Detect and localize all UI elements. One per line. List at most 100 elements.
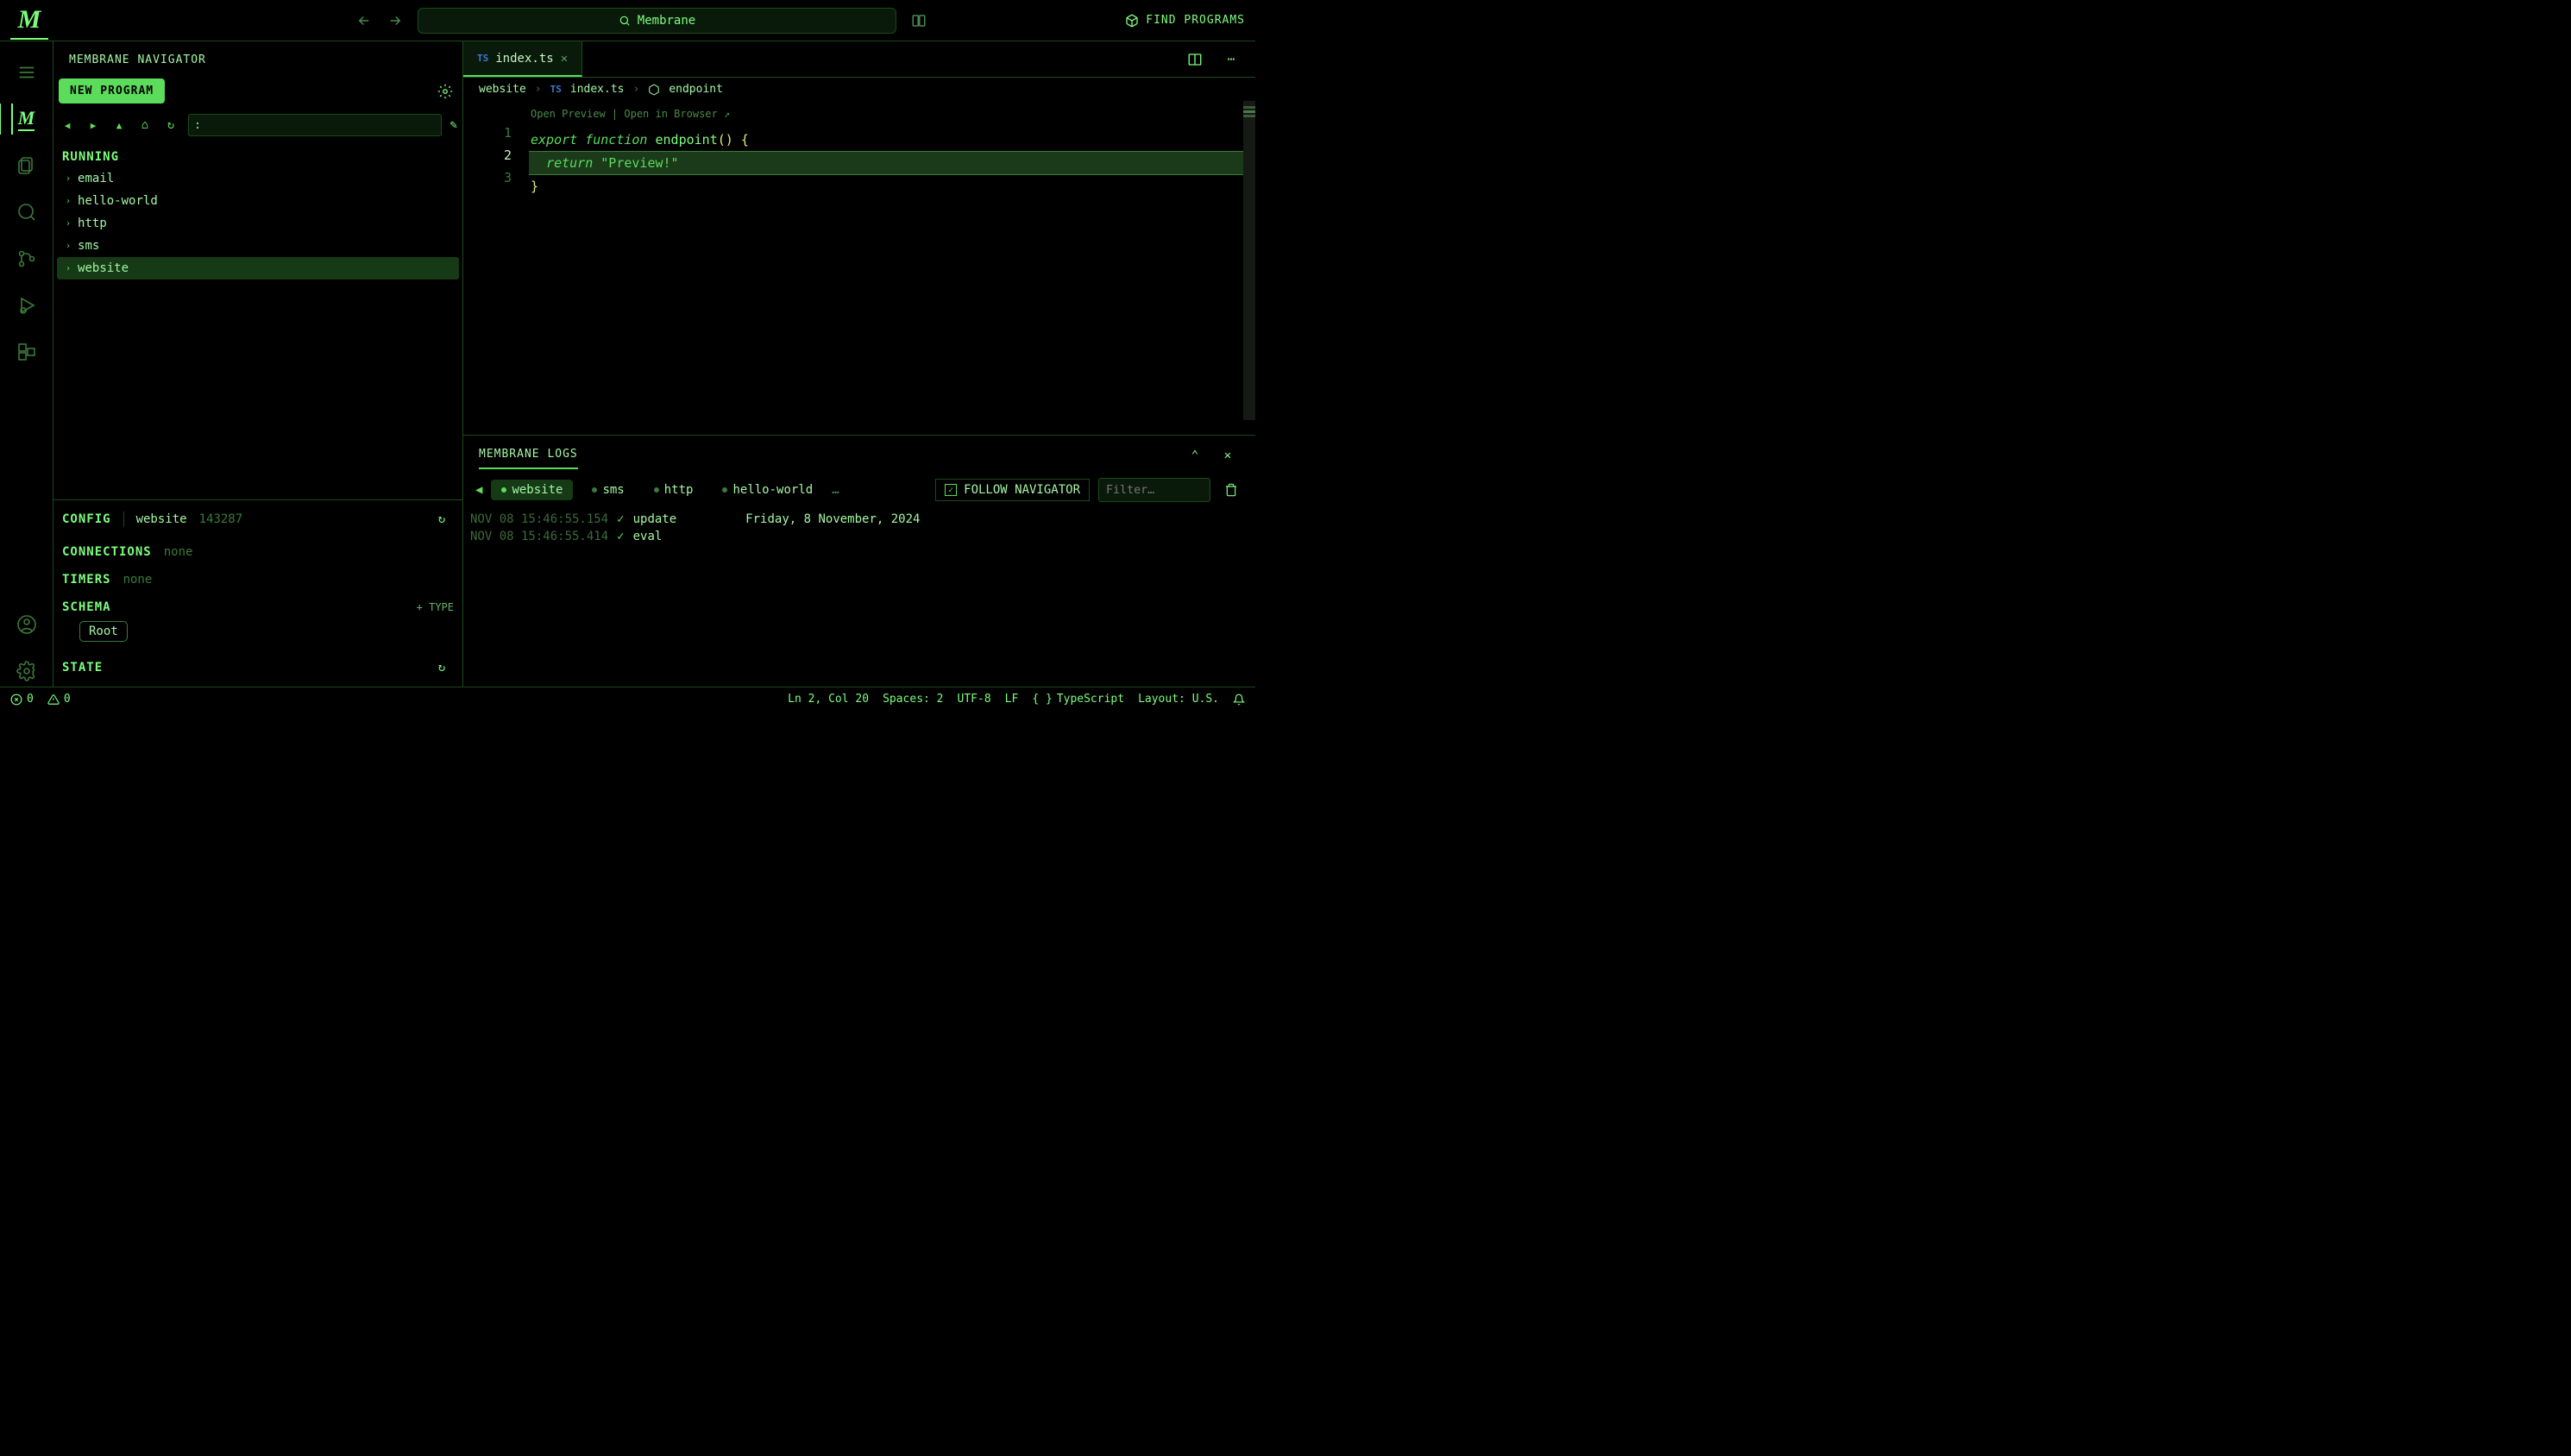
navigator-panel: MEMBRANE NAVIGATOR NEW PROGRAM ◀ ▶ ▲ ⌂ ↻…: [53, 41, 463, 687]
nav-forward-icon[interactable]: ▶: [85, 120, 102, 131]
menu-icon[interactable]: [11, 57, 42, 88]
chevron-right-icon: ›: [66, 242, 71, 251]
check-icon: ✓: [617, 530, 624, 543]
close-icon[interactable]: ✕: [561, 52, 568, 66]
forward-icon[interactable]: [383, 9, 407, 33]
status-language[interactable]: { } TypeScript: [1032, 693, 1124, 706]
panel-tab-logs[interactable]: MEMBRANE LOGS: [479, 441, 578, 469]
breadcrumb-segment[interactable]: endpoint: [669, 83, 723, 96]
tab-label: index.ts: [495, 52, 553, 66]
trash-icon[interactable]: [1219, 478, 1243, 502]
more-icon[interactable]: ⋯: [1219, 47, 1243, 72]
chevron-right-icon: ›: [66, 219, 71, 229]
refresh-icon[interactable]: ↻: [162, 118, 179, 132]
activity-debug[interactable]: [11, 290, 42, 321]
activity-explorer[interactable]: [11, 150, 42, 181]
program-item-http[interactable]: › http: [57, 212, 459, 235]
app-logo: M: [10, 2, 48, 40]
braces-icon: { }: [1032, 693, 1052, 706]
checkbox-icon: ✓: [945, 484, 957, 496]
activity-settings[interactable]: [11, 656, 42, 687]
codelens[interactable]: Open Preview | Open in Browser ↗: [531, 103, 1255, 125]
tab-index-ts[interactable]: TS index.ts ✕: [463, 41, 582, 77]
program-item-sms[interactable]: ›sms: [57, 235, 459, 257]
running-label: RUNNING: [53, 143, 462, 167]
line-number: 1: [463, 122, 512, 144]
tree-item-label: website: [78, 261, 129, 275]
logs-panel: MEMBRANE LOGS ⌃ ✕ ◀ website sms http hel…: [463, 435, 1255, 687]
program-item-website[interactable]: ›website: [57, 257, 459, 279]
minimap-scrollbar[interactable]: [1243, 101, 1255, 420]
typescript-icon: TS: [477, 53, 488, 64]
tree-item-label: http: [78, 217, 107, 230]
program-item-email[interactable]: ›email: [57, 167, 459, 190]
nav-arrows: [352, 9, 407, 33]
log-chip-hello-world[interactable]: hello-world: [712, 480, 823, 500]
chip-label: hello-world: [732, 483, 813, 497]
config-panel: CONFIG website 143287 ↻ CONNECTIONS none…: [53, 499, 462, 687]
home-icon[interactable]: ⌂: [136, 118, 154, 132]
refresh-icon[interactable]: ↻: [430, 507, 454, 531]
chevron-right-icon: ›: [66, 197, 71, 206]
add-type-button[interactable]: + TYPE: [417, 601, 454, 613]
timers-label: TIMERS: [62, 573, 111, 587]
editor-column: TS index.ts ✕ ⋯ website › TS index.ts › …: [463, 41, 1255, 687]
schema-root-chip[interactable]: Root: [79, 621, 128, 642]
breadcrumb-segment[interactable]: website: [479, 83, 526, 96]
chevron-right-icon: ›: [535, 83, 542, 96]
program-item-hello-world[interactable]: ›hello-world: [57, 190, 459, 212]
log-filter-input[interactable]: [1098, 478, 1210, 502]
status-bar: 0 0 Ln 2, Col 20 Spaces: 2 UTF-8 LF { } …: [0, 687, 1255, 711]
activity-source-control[interactable]: [11, 243, 42, 274]
chevron-right-icon: ›: [633, 83, 640, 96]
gear-icon[interactable]: [433, 79, 457, 104]
nav-up-icon[interactable]: ▲: [110, 120, 128, 131]
editor-tabs: TS index.ts ✕ ⋯: [463, 41, 1255, 78]
status-encoding[interactable]: UTF-8: [958, 693, 991, 706]
line-gutter: 1 2 3: [463, 101, 531, 435]
status-eol[interactable]: LF: [1005, 693, 1019, 706]
navigator-toolbar: ◀ ▶ ▲ ⌂ ↻ ✎: [53, 112, 462, 143]
status-errors[interactable]: 0: [10, 693, 34, 706]
status-warnings[interactable]: 0: [47, 693, 71, 706]
more-chips[interactable]: …: [832, 483, 839, 497]
breadcrumb[interactable]: website › TS index.ts › endpoint: [463, 78, 1255, 101]
timers-value: none: [123, 573, 153, 587]
follow-navigator-toggle[interactable]: ✓ FOLLOW NAVIGATOR: [935, 479, 1090, 501]
activity-extensions[interactable]: [11, 336, 42, 367]
edit-icon[interactable]: ✎: [450, 118, 457, 132]
back-icon[interactable]: [352, 9, 376, 33]
log-chip-website[interactable]: website: [491, 480, 573, 500]
status-layout[interactable]: Layout: U.S.: [1138, 693, 1219, 706]
new-program-button[interactable]: NEW PROGRAM: [59, 78, 165, 104]
close-icon[interactable]: ✕: [1216, 443, 1240, 468]
navigator-title: MEMBRANE NAVIGATOR: [69, 53, 206, 66]
chip-label: sms: [602, 483, 624, 497]
log-chip-sms[interactable]: sms: [581, 480, 634, 500]
activity-bar: M: [0, 41, 53, 687]
navigator-path-input[interactable]: [188, 114, 442, 136]
code-editor[interactable]: 1 2 3 Open Preview | Open in Browser ↗ e…: [463, 101, 1255, 435]
breadcrumb-segment[interactable]: index.ts: [570, 83, 625, 96]
log-chip-http[interactable]: http: [644, 480, 704, 500]
bell-icon[interactable]: [1233, 693, 1245, 706]
find-programs-button[interactable]: FIND PROGRAMS: [1125, 14, 1245, 28]
nav-back-icon[interactable]: ◀: [475, 483, 482, 497]
find-programs-label: FIND PROGRAMS: [1146, 14, 1245, 27]
activity-search[interactable]: [11, 197, 42, 228]
status-spaces[interactable]: Spaces: 2: [883, 693, 943, 706]
refresh-icon[interactable]: ↻: [430, 656, 454, 680]
chevron-up-icon[interactable]: ⌃: [1183, 443, 1207, 468]
connections-label: CONNECTIONS: [62, 545, 152, 559]
status-ln-col[interactable]: Ln 2, Col 20: [788, 693, 869, 706]
connections-value: none: [164, 545, 193, 559]
nav-back-icon[interactable]: ◀: [59, 120, 76, 131]
layout-icon[interactable]: [907, 9, 931, 33]
log-date: Friday, 8 November, 2024: [745, 512, 920, 526]
command-center[interactable]: Membrane: [418, 8, 896, 34]
code-content[interactable]: Open Preview | Open in Browser ↗ export …: [531, 101, 1255, 435]
activity-membrane[interactable]: M: [11, 104, 42, 135]
activity-account[interactable]: [11, 609, 42, 640]
split-editor-icon[interactable]: [1183, 47, 1207, 72]
symbol-icon: [648, 84, 660, 96]
